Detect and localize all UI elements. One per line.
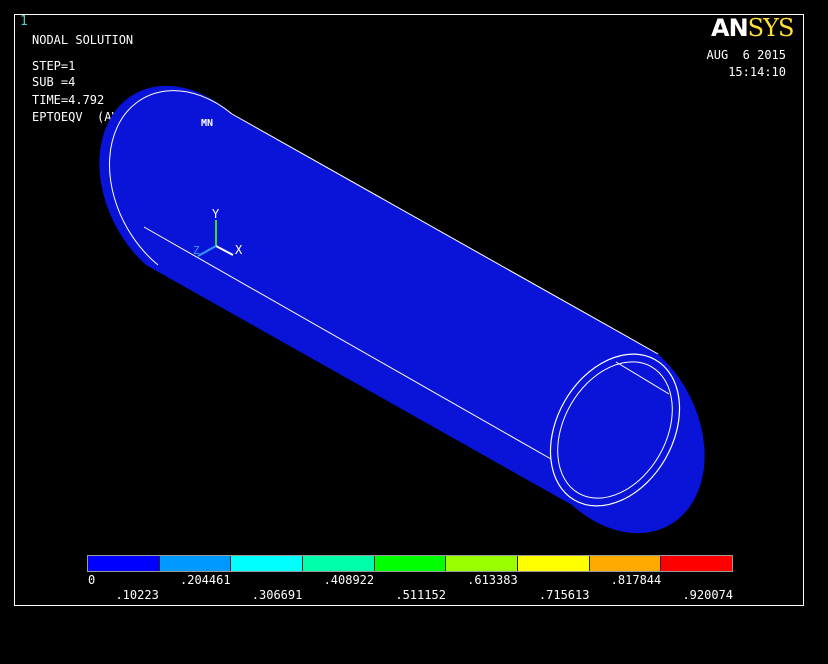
legend-swatch-0 [88,556,160,571]
min-value-marker: MN [201,118,213,129]
legend-swatch-4 [374,556,447,571]
legend-swatch-6 [518,556,590,571]
legend-swatch-3 [303,556,375,571]
legend-swatch-7 [589,556,662,571]
triad-z-label: Z [193,244,200,257]
legend-swatch-1 [159,556,232,571]
legend-swatch-2 [231,556,304,571]
legend-swatch-5 [446,556,519,571]
contour-legend-bar [87,555,733,572]
triad-y-label: Y [212,207,220,221]
triad-x-label: X [235,243,243,257]
legend-swatch-8 [661,556,733,571]
graphics-window[interactable]: 1 NODAL SOLUTION STEP=1 SUB =4 TIME=4.79… [0,0,828,664]
